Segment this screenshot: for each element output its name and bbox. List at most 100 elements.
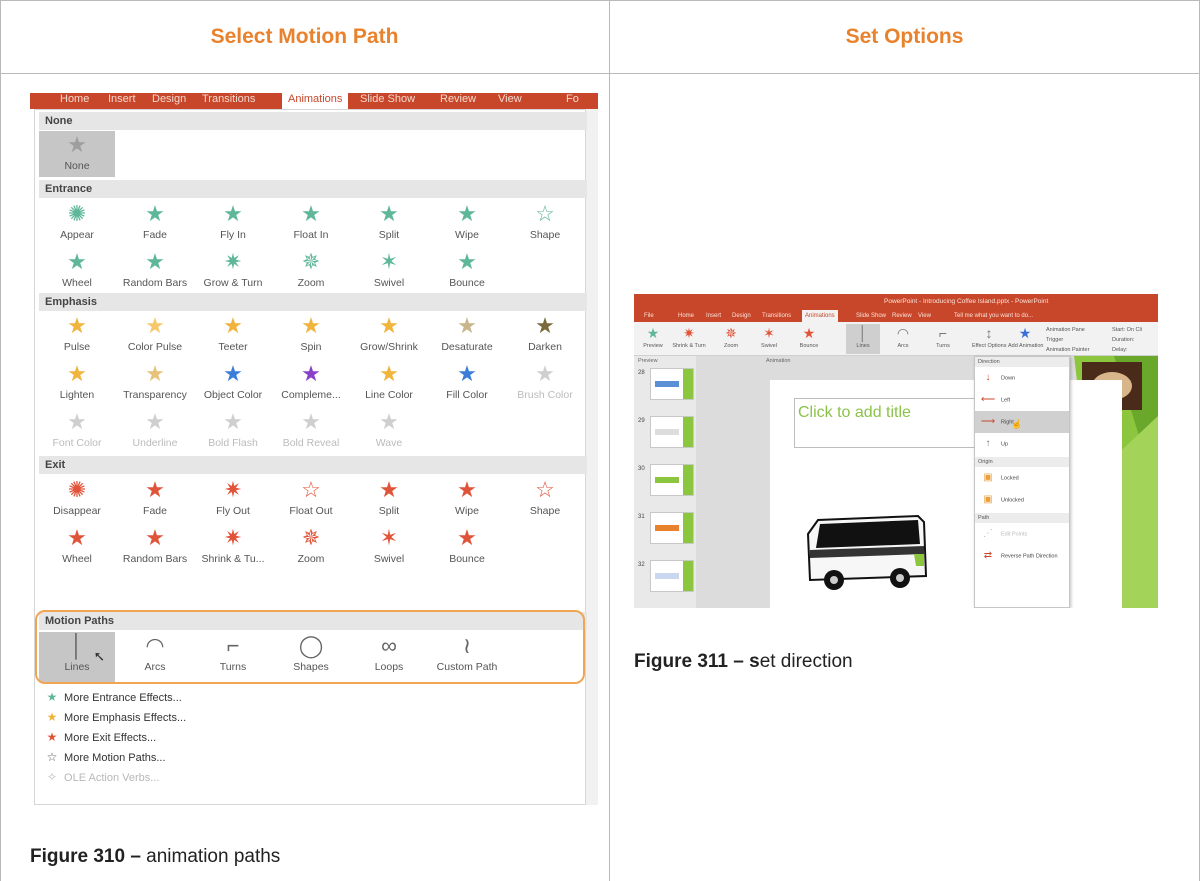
effect-entrance-bounce[interactable]: ★ Bounce	[429, 248, 505, 296]
effect-emphasis-color-pulse[interactable]: ★ Color Pulse	[117, 312, 193, 360]
ribbon-tab-slide-show[interactable]: Slide Show	[360, 93, 415, 109]
more-more-emphasis-effects[interactable]: ★ More Emphasis Effects...	[43, 708, 187, 726]
effect-emphasis-teeter[interactable]: ★ Teeter	[195, 312, 271, 360]
slide-title-placeholder[interactable]: Click to add title	[794, 398, 976, 448]
effect-entrance-split[interactable]: ★ Split	[351, 200, 427, 248]
ribbon-button-turns[interactable]: ⌐ Turns	[926, 324, 960, 354]
ppt-tab-review[interactable]: Review	[892, 310, 912, 322]
effect-exit-fade[interactable]: ★ Fade	[117, 476, 193, 524]
effect-emphasis-line-color[interactable]: ★ Line Color	[351, 360, 427, 408]
effect-emphasis-pulse[interactable]: ★ Pulse	[39, 312, 115, 360]
more-ole-action-verbs[interactable]: ✧ OLE Action Verbs...	[43, 768, 159, 786]
ppt-tab-transitions[interactable]: Transitions	[762, 310, 791, 322]
effect-exit-disappear[interactable]: ✺ Disappear	[39, 476, 115, 524]
effect-entrance-fade[interactable]: ★ Fade	[117, 200, 193, 248]
dropdown-item-up[interactable]: ↑ Up	[975, 433, 1069, 455]
effect-none-none[interactable]: ★ None	[39, 131, 115, 177]
effect-entrance-grow-and-turn[interactable]: ✷ Grow & Turn	[195, 248, 271, 296]
ribbon-tab-animations[interactable]: Animations	[282, 93, 349, 109]
effect-exit-random-bars[interactable]: ★ Random Bars	[117, 524, 193, 572]
slide-thumbnail[interactable]	[650, 512, 694, 544]
gallery-scroll-edge[interactable]	[586, 109, 598, 805]
effect-emphasis-lighten[interactable]: ★ Lighten	[39, 360, 115, 408]
more-more-entrance-effects[interactable]: ★ More Entrance Effects...	[43, 688, 182, 706]
ribbon-button-preview[interactable]: ★ Preview	[636, 324, 670, 354]
ribbon-button-arcs[interactable]: ◠ Arcs	[886, 324, 920, 354]
dropdown-item-locked[interactable]: ▣ Locked	[975, 467, 1069, 489]
dropdown-item-unlocked[interactable]: ▣ Unlocked	[975, 489, 1069, 511]
effect-entrance-shape[interactable]: ☆ Shape	[507, 200, 583, 248]
ribbon-side-start-on-cli[interactable]: Start: On Cli	[1112, 326, 1142, 334]
ribbon-side-animation-pane[interactable]: Animation Pane	[1046, 326, 1085, 334]
ppt-tab-design[interactable]: Design	[732, 310, 751, 322]
ppt-tab-tell-me-what-you-want-to-do[interactable]: Tell me what you want to do...	[954, 310, 1033, 322]
ppt-tab-slide-show[interactable]: Slide Show	[856, 310, 886, 322]
effect-emphasis-desaturate[interactable]: ★ Desaturate	[429, 312, 505, 360]
effect-exit-zoom[interactable]: ✵ Zoom	[273, 524, 349, 572]
more-more-exit-effects[interactable]: ★ More Exit Effects...	[43, 728, 157, 746]
effect-entrance-fly-in[interactable]: ★ Fly In	[195, 200, 271, 248]
slide-thumbnail[interactable]	[650, 464, 694, 496]
effect-exit-wheel[interactable]: ★ Wheel	[39, 524, 115, 572]
dropdown-item-down[interactable]: ↓ Down	[975, 367, 1069, 389]
effect-exit-split[interactable]: ★ Split	[351, 476, 427, 524]
effect-emphasis-font-color[interactable]: ★ Font Color	[39, 408, 115, 456]
effect-emphasis-spin[interactable]: ★ Spin	[273, 312, 349, 360]
ribbon-side-trigger[interactable]: Trigger	[1046, 336, 1063, 344]
slide-thumbnail[interactable]	[650, 416, 694, 448]
effect-emphasis-fill-color[interactable]: ★ Fill Color	[429, 360, 505, 408]
effect-entrance-swivel[interactable]: ✶ Swivel	[351, 248, 427, 296]
ppt-tab-home[interactable]: Home	[678, 310, 694, 322]
effect-exit-shape[interactable]: ☆ Shape	[507, 476, 583, 524]
effect-entrance-appear[interactable]: ✺ Appear	[39, 200, 115, 248]
effect-emphasis-transparency[interactable]: ★ Transparency	[117, 360, 193, 408]
ribbon-button-shrink-and-turn[interactable]: ✷ Shrink & Turn	[672, 324, 706, 354]
effect-emphasis-darken[interactable]: ★ Darken	[507, 312, 583, 360]
ribbon-button-effect-options[interactable]: ↕ Effect Options	[972, 324, 1006, 354]
ribbon-tab-home[interactable]: Home	[60, 93, 89, 109]
effect-emphasis-underline[interactable]: ★ Underline	[117, 408, 193, 456]
ribbon-button-swivel[interactable]: ✶ Swivel	[752, 324, 786, 354]
ribbon-button-bounce[interactable]: ★ Bounce	[792, 324, 826, 354]
effect-exit-fly-out[interactable]: ✷ Fly Out	[195, 476, 271, 524]
effect-entrance-wheel[interactable]: ★ Wheel	[39, 248, 115, 296]
effect-entrance-random-bars[interactable]: ★ Random Bars	[117, 248, 193, 296]
ribbon-button-add-animation[interactable]: ★ Add Animation	[1008, 324, 1043, 354]
ribbon-tab-transitions[interactable]: Transitions	[202, 93, 255, 109]
ppt-tab-file[interactable]: File	[644, 310, 654, 322]
ribbon-side-animation-painter[interactable]: Animation Painter	[1046, 346, 1089, 354]
effect-emphasis-compleme[interactable]: ★ Compleme...	[273, 360, 349, 408]
ribbon-button-zoom[interactable]: ✵ Zoom	[714, 324, 748, 354]
ribbon-tab-review[interactable]: Review	[440, 93, 476, 109]
slide-thumbnail[interactable]	[650, 560, 694, 592]
ribbon-side-delay[interactable]: Delay:	[1112, 346, 1128, 354]
ribbon-tab-fo[interactable]: Fo	[566, 93, 579, 109]
effect-exit-float-out[interactable]: ☆ Float Out	[273, 476, 349, 524]
ribbon-tab-design[interactable]: Design	[152, 93, 186, 109]
ppt-tab-insert[interactable]: Insert	[706, 310, 721, 322]
effect-emphasis-grow-shrink[interactable]: ★ Grow/Shrink	[351, 312, 427, 360]
slide-thumbnail[interactable]	[650, 368, 694, 400]
effect-entrance-float-in[interactable]: ★ Float In	[273, 200, 349, 248]
ribbon-tab-view[interactable]: View	[498, 93, 522, 109]
effect-emphasis-bold-reveal[interactable]: ★ Bold Reveal	[273, 408, 349, 456]
ribbon-tab-insert[interactable]: Insert	[108, 93, 136, 109]
effect-entrance-wipe[interactable]: ★ Wipe	[429, 200, 505, 248]
ppt-tab-animations[interactable]: Animations	[802, 310, 838, 322]
effect-entrance-zoom[interactable]: ✵ Zoom	[273, 248, 349, 296]
effect-exit-wipe[interactable]: ★ Wipe	[429, 476, 505, 524]
ribbon-button-lines[interactable]: │ Lines	[846, 324, 880, 354]
effect-emphasis-object-color[interactable]: ★ Object Color	[195, 360, 271, 408]
effect-emphasis-brush-color[interactable]: ★ Brush Color	[507, 360, 583, 408]
effect-emphasis-bold-flash[interactable]: ★ Bold Flash	[195, 408, 271, 456]
more-more-motion-paths[interactable]: ☆ More Motion Paths...	[43, 748, 166, 766]
effect-emphasis-wave[interactable]: ★ Wave	[351, 408, 427, 456]
ppt-tab-view[interactable]: View	[918, 310, 931, 322]
effect-exit-bounce[interactable]: ★ Bounce	[429, 524, 505, 572]
effect-exit-swivel[interactable]: ✶ Swivel	[351, 524, 427, 572]
effect-exit-shrink-and-tu[interactable]: ✷ Shrink & Tu...	[195, 524, 271, 572]
dropdown-item-reverse-path-direction[interactable]: ⇄ Reverse Path Direction	[975, 545, 1069, 567]
dropdown-item-left[interactable]: ⟵ Left	[975, 389, 1069, 411]
dropdown-item-edit-points[interactable]: ⋰ Edit Points	[975, 523, 1069, 545]
ribbon-side-duration[interactable]: Duration:	[1112, 336, 1134, 344]
